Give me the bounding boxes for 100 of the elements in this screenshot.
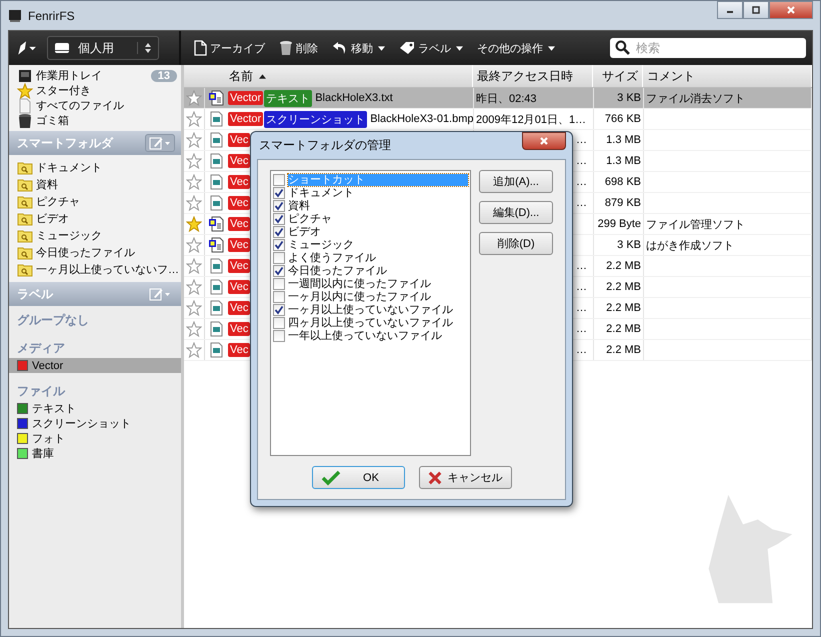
- checkbox[interactable]: [273, 264, 285, 276]
- file-size: 2.2 MB: [606, 344, 641, 356]
- star-outline-icon[interactable]: [186, 174, 202, 190]
- checklist-item[interactable]: 一ヶ月以内に使ったファイル: [288, 290, 468, 302]
- dialog-button[interactable]: 追加(A)...: [479, 170, 553, 193]
- checkbox[interactable]: [273, 200, 285, 212]
- checklist-item[interactable]: 一ヶ月以上使っていないファイル: [288, 304, 468, 316]
- checkbox[interactable]: [273, 278, 285, 290]
- maximize-button[interactable]: [743, 1, 769, 19]
- toolbar-button[interactable]: その他の操作: [471, 40, 561, 56]
- star-outline-icon[interactable]: [186, 153, 202, 169]
- sidebar-item[interactable]: ゴミ箱: [17, 113, 181, 128]
- search-folder-icon: [17, 160, 33, 174]
- smart-folder-item[interactable]: ピクチャ: [17, 193, 181, 210]
- star-outline-icon[interactable]: [186, 111, 202, 127]
- file-comment: ファイル消去ソフト: [646, 92, 745, 106]
- checklist-item[interactable]: 今日使ったファイル: [288, 264, 468, 276]
- column-header[interactable]: サイズ: [593, 65, 643, 87]
- cancel-button[interactable]: キャンセル: [418, 466, 512, 489]
- label-item[interactable]: 書庫: [9, 446, 181, 461]
- checkbox[interactable]: [273, 174, 285, 186]
- file-row[interactable]: Vector テキスト BlackHoleX3.txt 昨日、02:43 3 KB ファイル消去ソフト: [184, 88, 812, 109]
- label-tag: Vec: [228, 301, 250, 315]
- star-outline-icon[interactable]: [186, 195, 202, 211]
- tray-icon: [17, 68, 33, 82]
- file-size: 1.3 MB: [606, 134, 641, 146]
- checkbox[interactable]: [273, 304, 285, 316]
- smart-folder-item[interactable]: ミュージック: [17, 227, 181, 244]
- checklist-item[interactable]: ピクチャ: [288, 212, 468, 224]
- checklist-item[interactable]: ビデオ: [288, 226, 468, 238]
- smart-folder-item[interactable]: ドキュメント: [17, 159, 181, 176]
- toolbar-button[interactable]: 削除: [273, 40, 324, 56]
- label-tag: Vec: [228, 280, 250, 294]
- sidebar-item[interactable]: すべてのファイル: [17, 98, 181, 113]
- dialog-button[interactable]: 削除(D): [479, 232, 553, 255]
- smart-folder-item[interactable]: 一ヶ月以上使っていないフ…: [17, 261, 181, 278]
- checkbox[interactable]: [273, 226, 285, 238]
- checkbox[interactable]: [273, 186, 285, 198]
- toolbar-button[interactable]: ラベル: [393, 40, 469, 56]
- search-field[interactable]: 検索: [610, 38, 806, 58]
- column-header[interactable]: 名前: [225, 65, 473, 87]
- checklist-item[interactable]: 資料: [288, 200, 468, 212]
- star-outline-icon[interactable]: [186, 321, 202, 337]
- text-file-icon: [208, 237, 224, 253]
- star-outline-icon[interactable]: [186, 342, 202, 358]
- checkbox[interactable]: [273, 212, 285, 224]
- checkbox[interactable]: [273, 252, 285, 264]
- sidebar-item[interactable]: スター付き: [17, 83, 181, 98]
- search-folder-icon: [17, 246, 33, 260]
- column-header[interactable]: 最終アクセス日時: [473, 65, 593, 87]
- dialog-button[interactable]: 編集(D)...: [479, 201, 553, 224]
- checkbox[interactable]: [273, 330, 285, 342]
- edit-menu-button[interactable]: [145, 134, 175, 152]
- section-title: ラベル: [17, 286, 53, 302]
- app-icon: [8, 8, 22, 22]
- label-item[interactable]: Vector: [9, 358, 181, 373]
- access-date: …: [576, 134, 587, 146]
- search-folder-icon: [17, 178, 33, 192]
- label-tag: Vec: [228, 217, 250, 231]
- label-group-title: ファイル: [16, 383, 66, 400]
- file-size: 879 KB: [604, 197, 641, 209]
- star-outline-icon[interactable]: [186, 258, 202, 274]
- image-file-icon: [208, 300, 224, 316]
- smart-folder-item[interactable]: 今日使ったファイル: [17, 244, 181, 261]
- star-outline-icon[interactable]: [186, 132, 202, 148]
- checkbox[interactable]: [273, 238, 285, 250]
- sidebar-item[interactable]: 作業用トレイ 13: [17, 68, 181, 83]
- checklist-item[interactable]: 四ヶ月以上使っていないファイル: [288, 316, 468, 328]
- label-item[interactable]: テキスト: [9, 401, 181, 416]
- toolbar-button[interactable]: 移動: [326, 40, 391, 56]
- smart-folder-item[interactable]: 資料: [17, 176, 181, 193]
- file-icon: [17, 98, 33, 114]
- text-file-icon: [208, 216, 224, 232]
- file-size: 2.2 MB: [606, 281, 641, 293]
- star-outline-icon[interactable]: [186, 237, 202, 253]
- section-title: スマートフォルダ: [17, 134, 113, 152]
- toolbar-button[interactable]: アーカイブ: [187, 40, 271, 56]
- star-outline-icon[interactable]: [186, 279, 202, 295]
- ok-button[interactable]: OK: [312, 466, 404, 489]
- minimize-button[interactable]: [717, 1, 743, 19]
- profile-dropdown[interactable]: 個人用: [47, 36, 159, 60]
- checklist-item[interactable]: 一年以上使っていないファイル: [288, 330, 468, 342]
- checkbox[interactable]: [273, 290, 285, 302]
- checkbox[interactable]: [273, 316, 285, 328]
- checklist-item[interactable]: ミュージック: [288, 238, 468, 250]
- star-outline-icon[interactable]: [186, 300, 202, 316]
- window-title: FenrirFS: [28, 8, 75, 22]
- filled-star-icon[interactable]: [186, 216, 202, 232]
- smart-folder-item[interactable]: ビデオ: [17, 210, 181, 227]
- star-outline-icon[interactable]: [186, 90, 202, 106]
- close-button[interactable]: [522, 132, 566, 150]
- label-item[interactable]: フォト: [9, 431, 181, 446]
- file-row[interactable]: Vector スクリーンショット BlackHoleX3-01.bmp 2009年12月01日、1… 766 KB: [184, 109, 812, 130]
- close-button[interactable]: [769, 1, 813, 19]
- access-date: …: [576, 281, 587, 293]
- drive-icon: [54, 42, 70, 54]
- column-header[interactable]: コメント: [643, 65, 812, 87]
- file-size: 3 KB: [617, 92, 641, 104]
- label-item[interactable]: スクリーンショット: [9, 416, 181, 431]
- checklist-item[interactable]: 一週間以内に使ったファイル: [288, 278, 468, 290]
